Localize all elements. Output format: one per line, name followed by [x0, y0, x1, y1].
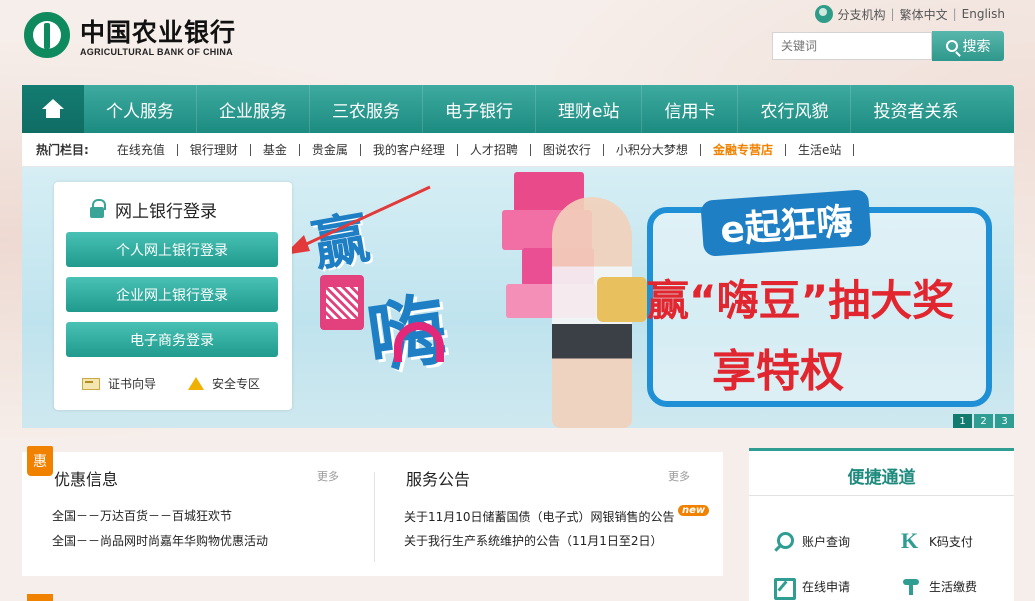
abc-logo-icon	[24, 12, 70, 58]
divider	[749, 495, 1014, 496]
hot-columns-label: 热门栏目:	[36, 143, 89, 157]
handbag-image	[597, 277, 647, 322]
hot-item-jobs[interactable]: 人才招聘	[458, 143, 531, 156]
k-code-icon: K	[901, 528, 919, 553]
hot-item-manager[interactable]: 我的客户经理	[361, 143, 458, 156]
abc-logo[interactable]: 中国农业银行 AGRICULTURAL BANK OF CHINA	[24, 12, 254, 62]
notices-title: 服务公告	[406, 470, 471, 489]
promo-badge: 惠	[27, 446, 53, 476]
nav-credit-card[interactable]: 信用卡	[642, 85, 739, 133]
edit-icon	[774, 576, 796, 600]
quick-utility-pay-label: 生活缴费	[929, 579, 978, 594]
slide-dot-1[interactable]: 1	[953, 414, 972, 428]
nav-about[interactable]: 农行风貌	[738, 85, 852, 133]
divider: |	[952, 7, 957, 21]
new-badge: new	[678, 505, 710, 516]
hot-item-points[interactable]: 小积分大梦想	[604, 143, 701, 156]
search-input[interactable]	[772, 32, 932, 60]
logo-chinese-name: 中国农业银行	[80, 18, 237, 47]
notices-more-link[interactable]: 更多	[668, 468, 690, 484]
notice-item[interactable]: 关于我行生产系统维护的公告（11月1日至2日）	[404, 532, 663, 549]
nav-home[interactable]	[22, 85, 84, 133]
quick-account-query-label: 账户查询	[802, 534, 851, 549]
quick-online-apply-label: 在线申请	[802, 579, 851, 594]
hot-item-wealth[interactable]: 银行理财	[178, 143, 251, 156]
divider: |	[890, 7, 895, 21]
faucet-icon	[901, 576, 921, 596]
column-divider	[374, 472, 375, 562]
section-badge	[27, 594, 53, 601]
banner-line-1: 赢“嗨豆”抽大奖	[647, 276, 955, 325]
english-link[interactable]: English	[962, 7, 1005, 21]
search-icon	[774, 531, 794, 551]
nav-wealth[interactable]: 理财e站	[536, 85, 643, 133]
quick-kcode-pay[interactable]: K K码支付	[901, 528, 973, 553]
hot-item-topup[interactable]: 在线充值	[105, 143, 178, 156]
warning-icon	[188, 377, 205, 390]
branch-link[interactable]: 分支机构	[838, 6, 886, 23]
quick-utility-pay[interactable]: 生活缴费	[901, 576, 977, 596]
security-zone-link[interactable]: 安全专区	[188, 375, 260, 392]
promotions-title: 优惠信息	[54, 470, 119, 489]
quick-account-query[interactable]: 账户查询	[774, 531, 850, 551]
nav-corporate[interactable]: 企业服务	[197, 85, 310, 133]
hot-item-fund[interactable]: 基金	[251, 143, 300, 156]
quick-access-title: 便捷通道	[847, 468, 916, 488]
info-panel: 惠 优惠信息 更多 全国－－万达百货－－百城狂欢节 全国－－尚品网时尚嘉年华购物…	[22, 446, 723, 576]
search-button-label: 搜索	[962, 39, 991, 55]
hot-item-life[interactable]: 生活e站	[786, 143, 855, 156]
corporate-ebank-login-button[interactable]: 企业网上银行登录	[66, 277, 278, 312]
promo-banner[interactable]: 赢 嗨 e起狂嗨 赢“嗨豆”抽大奖 享特权 网上银行登录 个人网上银行登录 企业…	[22, 167, 1014, 428]
arrow-icon	[284, 185, 431, 255]
banner-tag: e起狂嗨	[700, 189, 873, 257]
promo-item[interactable]: 全国－－万达百货－－百城狂欢节	[52, 507, 232, 524]
login-title: 网上银行登录	[115, 202, 217, 222]
slide-dot-3[interactable]: 3	[995, 414, 1014, 428]
search-icon	[945, 40, 958, 52]
main-nav: 个人服务 企业服务 三农服务 电子银行 理财e站 信用卡 农行风貌 投资者关系	[22, 85, 1014, 133]
nav-agriculture[interactable]: 三农服务	[310, 85, 423, 133]
hot-item-metal[interactable]: 贵金属	[300, 143, 361, 156]
logo-english-name: AGRICULTURAL BANK OF CHINA	[80, 47, 233, 57]
certificate-icon	[82, 377, 100, 390]
lock-icon	[90, 199, 106, 218]
nav-ebank[interactable]: 电子银行	[423, 85, 536, 133]
quick-online-apply[interactable]: 在线申请	[774, 576, 851, 600]
nav-investor[interactable]: 投资者关系	[851, 85, 980, 133]
nav-personal[interactable]: 个人服务	[84, 85, 197, 133]
quick-kcode-pay-label: K码支付	[929, 534, 973, 549]
personal-ebank-login-button[interactable]: 个人网上银行登录	[66, 232, 278, 267]
notice-item[interactable]: 关于11月10日储蓄国债（电子式）网银销售的公告	[404, 508, 675, 525]
promotions-more-link[interactable]: 更多	[317, 468, 339, 484]
certificate-guide-link[interactable]: 证书向导	[82, 375, 156, 392]
hot-item-finance-store[interactable]: 金融专营店	[701, 143, 786, 156]
promo-item[interactable]: 全国－－尚品网时尚嘉年华购物优惠活动	[52, 532, 268, 549]
hot-item-gallery[interactable]: 图说农行	[531, 143, 604, 156]
top-links: 分支机构 | 繁体中文 | English	[814, 5, 1005, 23]
traditional-chinese-link[interactable]: 繁体中文	[900, 6, 948, 23]
slide-pager: 1 2 3	[953, 414, 1014, 428]
quick-access-panel: 便捷通道 账户查询 K K码支付 在线申请 生活缴费	[749, 448, 1014, 601]
ecommerce-login-button[interactable]: 电子商务登录	[66, 322, 278, 357]
home-icon	[42, 99, 64, 119]
qr-bag-image	[320, 275, 364, 330]
certificate-guide-label: 证书向导	[108, 377, 157, 391]
slide-dot-2[interactable]: 2	[974, 414, 993, 428]
login-links: 证书向导 安全专区	[82, 375, 260, 392]
banner-line-2: 享特权	[712, 346, 844, 397]
search-button[interactable]: 搜索	[932, 31, 1004, 61]
hot-columns-bar: 热门栏目: 在线充值 银行理财 基金 贵金属 我的客户经理 人才招聘 图说农行 …	[22, 133, 1014, 167]
security-zone-label: 安全专区	[212, 377, 261, 391]
globe-icon	[814, 5, 833, 23]
ebank-login-panel: 网上银行登录 个人网上银行登录 企业网上银行登录 电子商务登录 证书向导 安全专…	[54, 182, 292, 410]
